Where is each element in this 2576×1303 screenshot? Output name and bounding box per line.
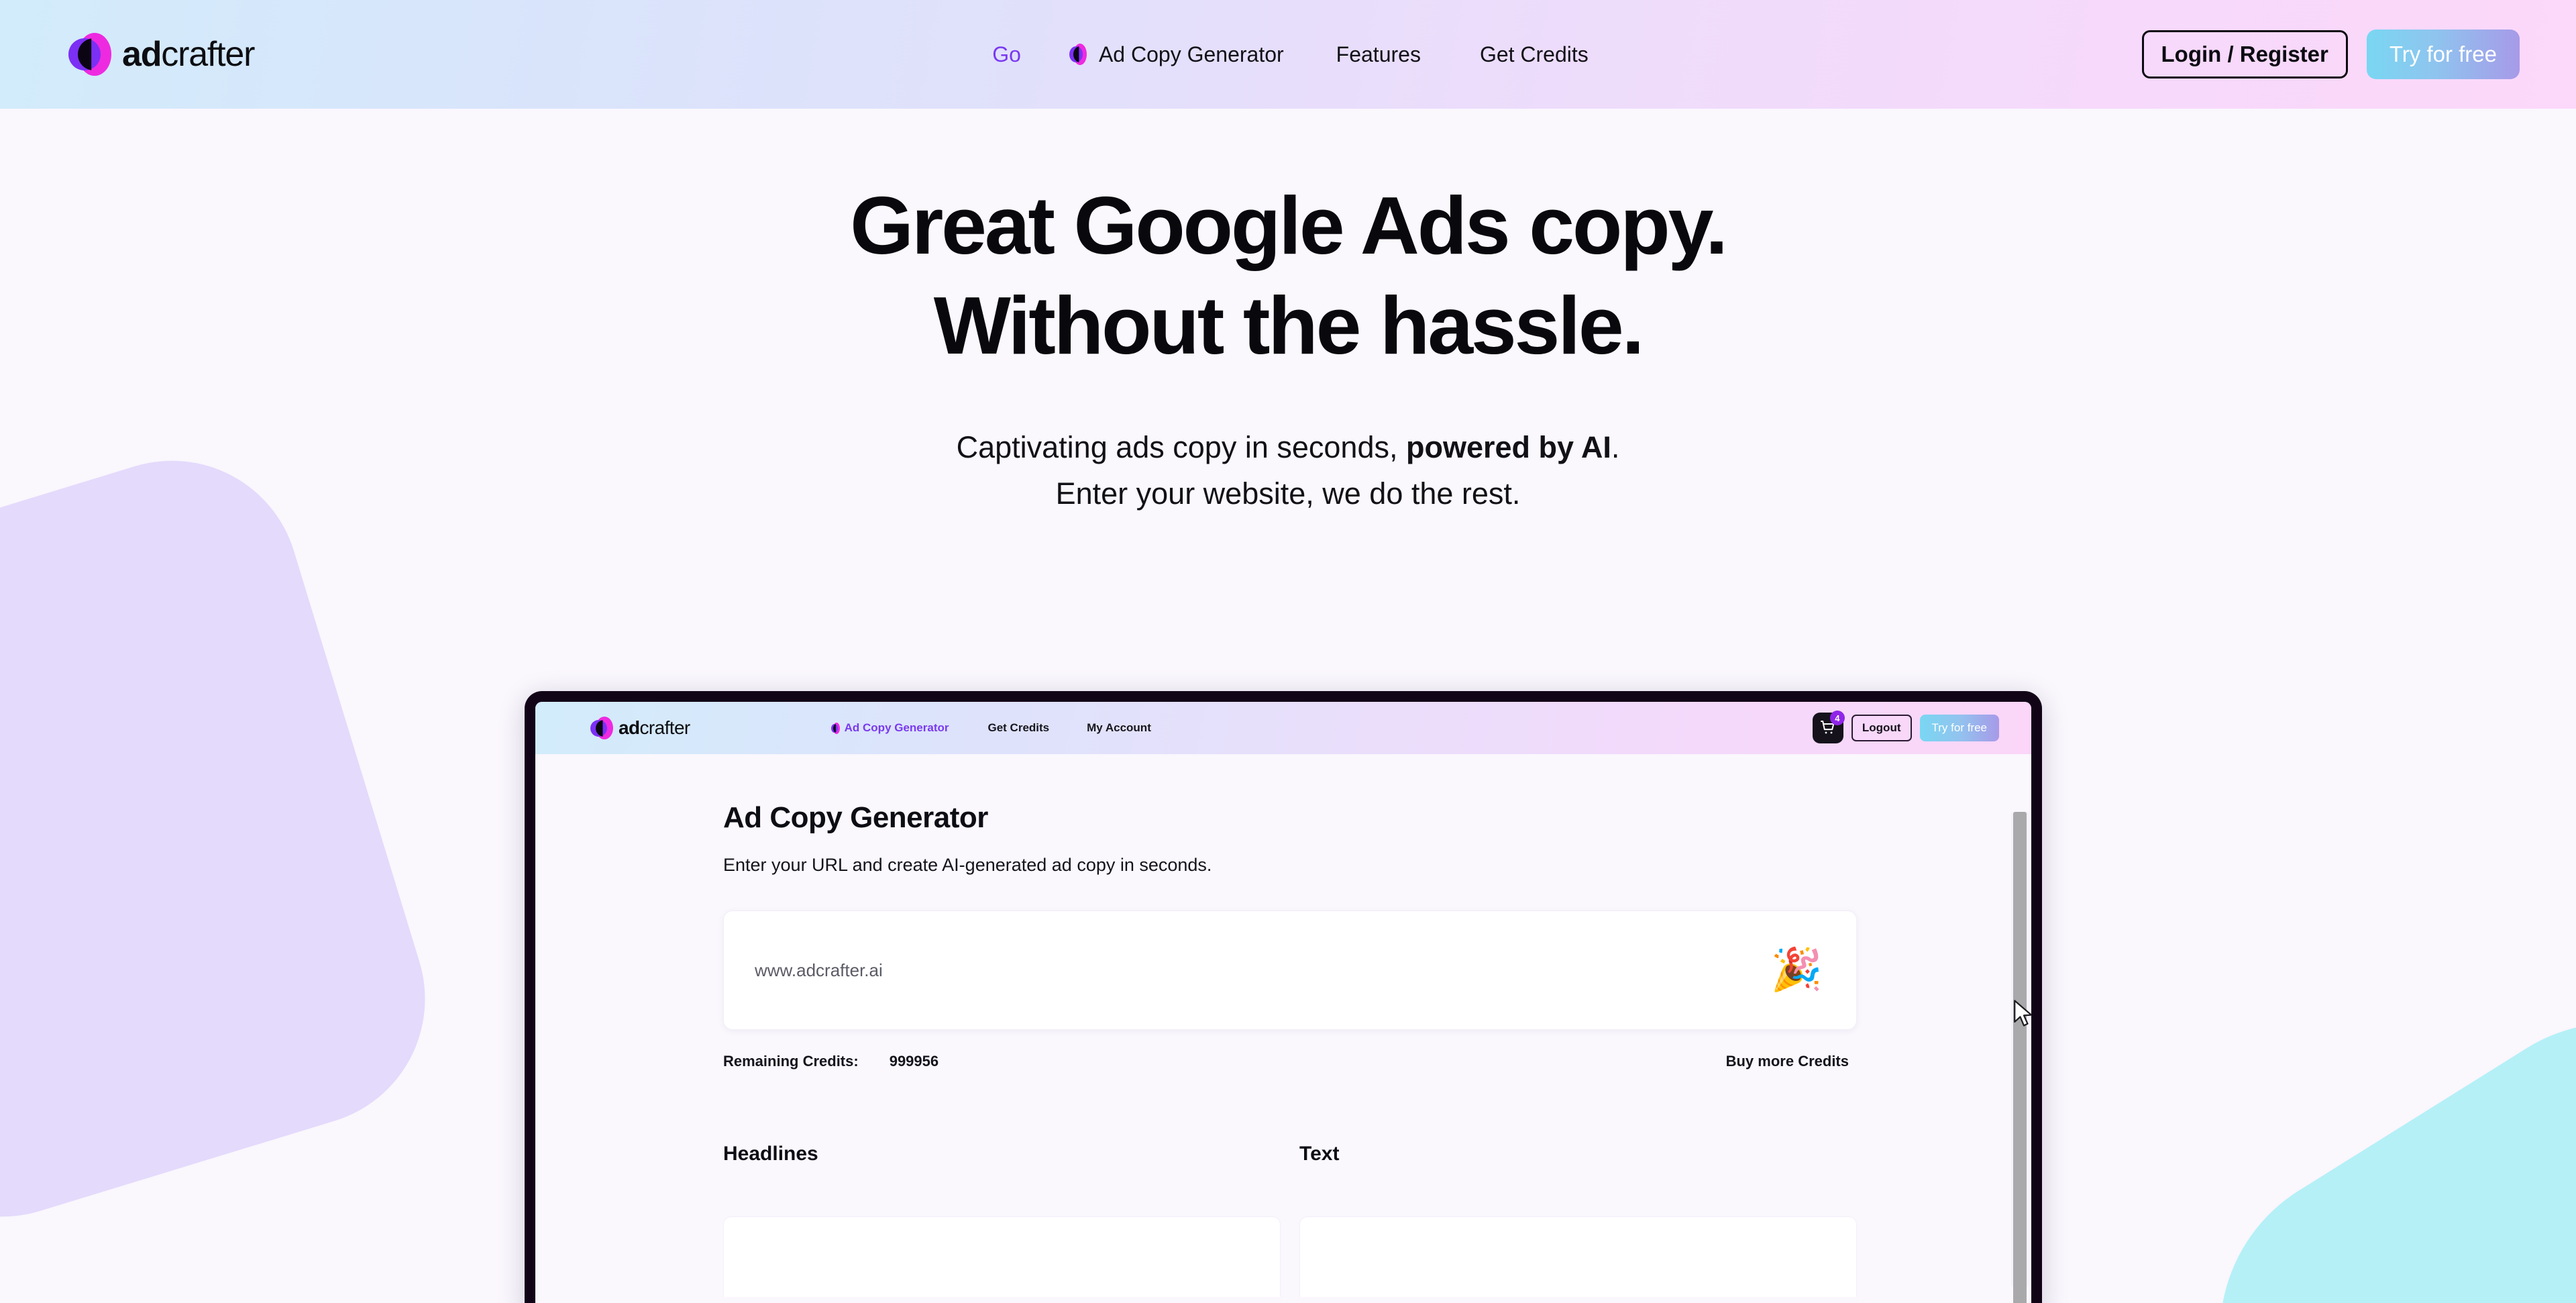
hero-subtitle: Captivating ads copy in seconds, powered… [0,424,2576,518]
brand-wordmark: adcrafter [122,34,255,74]
mockup-nav-item-get-credits[interactable]: Get Credits [988,721,1050,735]
hero-subtitle-period: . [1611,429,1620,464]
shopping-cart-button[interactable]: 4 [1812,711,1845,743]
mockup-nav-item-my-account[interactable]: My Account [1087,721,1151,735]
credits-row: Remaining Credits: 999956 Buy more Credi… [723,1053,1857,1070]
brand-bold: ad [122,35,162,74]
mockup-brand-logo[interactable]: adcrafter [590,717,690,739]
mockup-screen: adcrafter Ad Copy Generator Get Credits … [535,702,2031,1303]
hero-subtitle-line-1: Captivating ads copy in seconds, powered… [0,424,2576,471]
main-navigation: Go Ad Copy Generator Features Get Credit… [992,36,1589,74]
mockup-navigation: Ad Copy Generator Get Credits My Account [830,721,1151,735]
mockup-header-actions: 4 Logout Try for free [1812,711,1999,743]
landing-page: adcrafter Go Ad Copy Generator Features … [0,0,2576,1303]
mockup-page-description: Enter your URL and create AI-generated a… [723,855,1212,875]
headlines-column-title: Headlines [723,1143,818,1165]
cart-count-badge: 4 [1829,711,1845,725]
mockup-brand-light: crafter [639,717,690,738]
mockup-content: Ad Copy Generator Enter your URL and cre… [710,801,1857,1297]
url-input[interactable]: www.adcrafter.ai [755,960,883,981]
headlines-column: Headlines [723,1143,1281,1297]
decorative-purple-blob [0,429,457,1249]
adcrafter-mini-logo-icon [1069,44,1087,65]
hero-title-line-2: Without the hassle. [933,279,1645,371]
headline-result-card[interactable] [723,1216,1281,1297]
mockup-nav-item-ad-copy-generator-label: Ad Copy Generator [844,721,949,734]
nav-item-ad-copy-generator[interactable]: Ad Copy Generator [1069,36,1284,74]
hero-title-line-1: Great Google Ads copy. [850,180,1728,271]
brand-logo[interactable]: adcrafter [68,33,255,76]
hero-subtitle-lead: Captivating ads copy in seconds, [956,429,1406,464]
adcrafter-mini-logo-icon [830,722,840,734]
nav-item-go[interactable]: Go [992,36,1021,74]
login-register-button[interactable]: Login / Register [2141,30,2348,79]
header-actions: Login / Register Try for free [2141,30,2520,79]
mockup-page-title: Ad Copy Generator [723,801,988,834]
logout-button[interactable]: Logout [1851,715,1912,741]
hero-section: Great Google Ads copy. Without the hassl… [0,109,2576,517]
nav-item-get-credits[interactable]: Get Credits [1480,36,1589,74]
remaining-credits-label: Remaining Credits: [723,1053,859,1070]
mockup-body: Ad Copy Generator Enter your URL and cre… [535,754,2031,1303]
credits-info: Remaining Credits: 999956 [723,1053,938,1070]
adcrafter-logo-icon [68,33,111,76]
decorative-cyan-blob [2156,959,2576,1303]
results-columns: Headlines Text [723,1143,1857,1297]
mockup-try-for-free-button[interactable]: Try for free [1919,715,1999,741]
app-screenshot-mockup: adcrafter Ad Copy Generator Get Credits … [525,691,2042,1303]
nav-item-features[interactable]: Features [1336,36,1421,74]
mockup-nav-item-ad-copy-generator[interactable]: Ad Copy Generator [830,721,949,735]
text-column-title: Text [1299,1143,1340,1165]
hero-subtitle-line-2: Enter your website, we do the rest. [1055,476,1521,511]
mockup-app-header: adcrafter Ad Copy Generator Get Credits … [535,702,2031,754]
hero-title: Great Google Ads copy. Without the hassl… [0,176,2576,376]
party-popper-icon: 🎉 [1770,947,1823,993]
hero-subtitle-emphasis: powered by AI [1405,429,1611,464]
site-header: adcrafter Go Ad Copy Generator Features … [0,0,2576,109]
url-input-card[interactable]: www.adcrafter.ai 🎉 [723,910,1857,1030]
remaining-credits-value: 999956 [889,1053,939,1070]
mockup-brand-wordmark: adcrafter [619,717,690,739]
text-column: Text [1299,1143,1857,1297]
text-result-card[interactable] [1299,1216,1857,1297]
mockup-scrollbar[interactable] [2011,812,2029,1303]
adcrafter-logo-icon [590,717,613,739]
mockup-brand-bold: ad [619,717,640,738]
nav-item-ad-copy-generator-label: Ad Copy Generator [1098,42,1284,66]
try-for-free-button[interactable]: Try for free [2366,30,2520,79]
brand-light: crafter [161,35,255,74]
buy-more-credits-link[interactable]: Buy more Credits [1726,1053,1849,1070]
mockup-scrollbar-thumb[interactable] [2013,812,2027,1303]
